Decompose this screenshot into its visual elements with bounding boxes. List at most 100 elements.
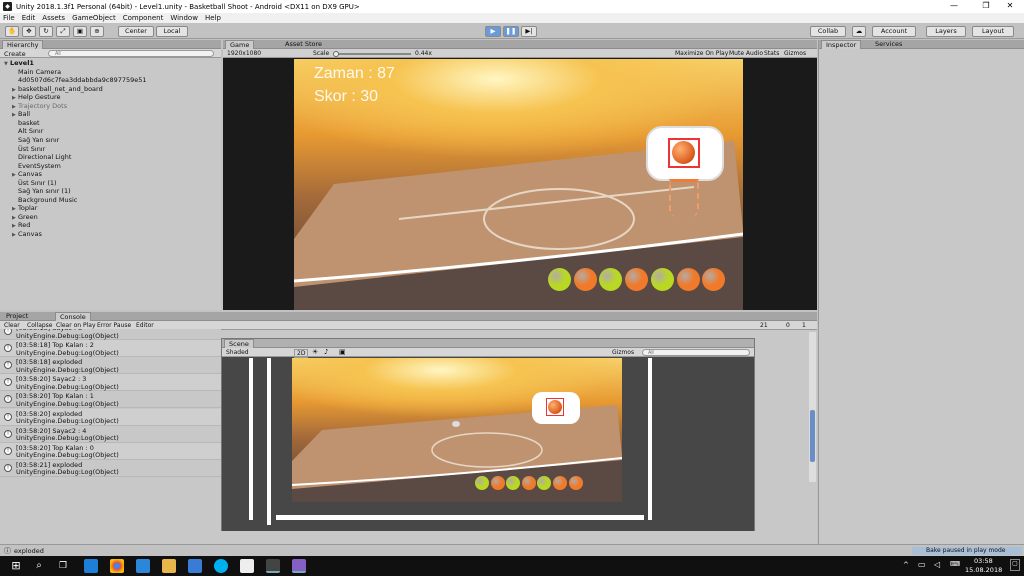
scene-gizmos-dropdown[interactable]: Gizmos	[612, 349, 634, 356]
step-button[interactable]: ▶|	[521, 26, 537, 37]
console-log-entry[interactable]: ! [03:58:20] Top Kalan : 1 UnityEngine.Deb…	[0, 391, 221, 409]
info-count[interactable]: 0	[786, 322, 790, 329]
hierarchy-item[interactable]: ▶ Ball	[0, 110, 30, 119]
console-log-entry[interactable]: ! [03:58:20] Sayac2 : 4 UnityEngine.Debug:…	[0, 425, 221, 443]
clear-button[interactable]: Clear	[4, 322, 20, 329]
image-effects-icon[interactable]: ▣	[339, 348, 346, 356]
pause-button[interactable]: ❚❚	[503, 26, 519, 37]
minimize-icon[interactable]: —	[940, 0, 968, 13]
hierarchy-item[interactable]: ▶ Toplar	[0, 204, 37, 213]
hierarchy-item[interactable]: ▶ Green	[0, 213, 38, 222]
transform-tool-icon[interactable]: ⊕	[90, 26, 104, 37]
scale-slider[interactable]	[335, 52, 411, 55]
clear-on-play-toggle[interactable]: Clear on Play	[56, 322, 96, 329]
hierarchy-item[interactable]: ▼ Level1	[0, 59, 34, 68]
console-log-entry[interactable]: ! [03:58:20] exploded UnityEngine.Debug:Lo…	[0, 408, 221, 426]
console-log-entry[interactable]: ! [03:58:20] Top Kalan : 0 UnityEngine.Deb…	[0, 442, 221, 460]
light-icon[interactable]: ☀	[312, 348, 318, 356]
menu-window[interactable]: Window	[170, 14, 198, 22]
hierarchy-item[interactable]: ▶ basketball_net_and_board	[0, 85, 103, 94]
account-button[interactable]: Account	[872, 26, 916, 37]
console-log-entry[interactable]: ! [03:58:18] exploded UnityEngine.Debug:Lo…	[0, 357, 221, 375]
mute-audio-toggle[interactable]: Mute Audio	[729, 50, 763, 57]
volume-tray-icon[interactable]: ◁	[934, 560, 940, 569]
visual-studio-icon[interactable]	[292, 559, 306, 573]
hierarchy-item[interactable]: Background Music	[0, 196, 77, 205]
editor-dropdown[interactable]: Editor	[136, 322, 154, 329]
game-viewport[interactable]: Zaman : 87 Skor : 30	[294, 59, 743, 310]
hierarchy-item[interactable]: ▶ Canvas	[0, 230, 42, 239]
error-pause-toggle[interactable]: Error Pause	[97, 322, 131, 329]
collapse-toggle[interactable]: Collapse	[27, 322, 53, 329]
create-button[interactable]: Create	[4, 50, 26, 58]
move-tool-icon[interactable]: ✥	[22, 26, 36, 37]
rect-tool-icon[interactable]: ▣	[73, 26, 87, 37]
warning-count[interactable]: 21	[760, 322, 768, 329]
audio-icon[interactable]: ♪	[324, 348, 328, 356]
network-app-icon[interactable]	[136, 559, 150, 573]
close-icon[interactable]: ✕	[996, 0, 1024, 13]
menu-component[interactable]: Component	[123, 14, 164, 22]
scale-slider-handle[interactable]	[333, 50, 339, 57]
network-tray-icon[interactable]: ▭	[918, 560, 926, 569]
cloud-icon[interactable]: ☁	[852, 26, 866, 37]
console-scroll-thumb[interactable]	[810, 410, 815, 462]
hierarchy-item[interactable]: Sağ Yan sınır (1)	[0, 187, 71, 196]
play-button[interactable]: ▶	[485, 26, 501, 37]
console-log-entry[interactable]: ! [03:58:20] Sayac2 : 3 UnityEngine.Debug:…	[0, 374, 221, 392]
chrome-icon[interactable]	[110, 559, 124, 573]
mode-2d-toggle[interactable]: 2D	[294, 349, 309, 358]
hierarchy-item[interactable]: Üst Sınır (1)	[0, 179, 57, 188]
tab-inspector[interactable]: Inspector	[821, 40, 862, 49]
menu-help[interactable]: Help	[205, 14, 221, 22]
mail-icon[interactable]	[240, 559, 254, 573]
language-tray-icon[interactable]: ⌨	[950, 560, 960, 568]
console-log-entry[interactable]: ![03:58:18] Sayac : 3UnityEngine.Debug:L…	[0, 329, 221, 340]
tray-chevron-icon[interactable]: ^	[903, 561, 909, 569]
hierarchy-item[interactable]: Main Camera	[0, 68, 61, 77]
task-view-icon[interactable]: ❐	[56, 559, 70, 573]
console-log-entry[interactable]: ! [03:58:18] Top Kalan : 2 UnityEngine.Deb…	[0, 340, 221, 358]
console-log-entry[interactable]: ! [03:58:21] exploded UnityEngine.Debug:Lo…	[0, 459, 221, 477]
hand-tool-icon[interactable]: ✋	[5, 26, 19, 37]
menu-edit[interactable]: Edit	[22, 14, 36, 22]
hierarchy-item[interactable]: 4d0507d6c7fea3ddabbda9c897759e51	[0, 76, 147, 85]
scene-viewport[interactable]	[222, 358, 754, 531]
hierarchy-item[interactable]: Alt Sınır	[0, 127, 43, 136]
pivot-center-button[interactable]: Center	[118, 26, 154, 37]
pivot-local-button[interactable]: Local	[156, 26, 188, 37]
collab-button[interactable]: Collab	[810, 26, 846, 37]
scene-search-input[interactable]	[642, 349, 750, 356]
hierarchy-item[interactable]: ▶ Help Gesture	[0, 93, 61, 102]
stats-toggle[interactable]: Stats	[764, 50, 779, 57]
hierarchy-item[interactable]: ▶ Trajectory Dots	[0, 102, 67, 111]
layout-button[interactable]: Layout	[972, 26, 1014, 37]
edge-icon[interactable]	[84, 559, 98, 573]
hierarchy-search-input[interactable]	[48, 50, 214, 57]
clock-date[interactable]: 15.08.2018	[965, 566, 1002, 574]
store-icon[interactable]	[188, 559, 202, 573]
menu-gameobject[interactable]: GameObject	[72, 14, 116, 22]
console-scrollbar[interactable]	[809, 332, 816, 482]
hierarchy-item[interactable]: EventSystem	[0, 162, 61, 171]
tab-game[interactable]: Game	[225, 40, 255, 49]
tab-console[interactable]: Console	[55, 312, 91, 321]
maximize-on-play-toggle[interactable]: Maximize On Play	[675, 50, 728, 57]
tab-project[interactable]: Project	[2, 312, 32, 321]
hierarchy-item[interactable]: Üst Sınır	[0, 145, 45, 154]
unity-taskbar-icon[interactable]	[266, 559, 280, 573]
resolution-dropdown[interactable]: 1920x1080	[227, 50, 261, 57]
tab-scene[interactable]: Scene	[224, 339, 254, 348]
skype-icon[interactable]	[214, 559, 228, 573]
tab-asset-store[interactable]: Asset Store	[281, 40, 326, 49]
layers-button[interactable]: Layers	[926, 26, 966, 37]
tab-services[interactable]: Services	[871, 40, 906, 49]
menu-assets[interactable]: Assets	[42, 14, 65, 22]
menu-file[interactable]: File	[3, 14, 15, 22]
hierarchy-item[interactable]: Directional Light	[0, 153, 71, 162]
notification-icon[interactable]: ▢	[1010, 559, 1020, 571]
hierarchy-item[interactable]: ▶ Red	[0, 221, 30, 230]
gizmos-toggle[interactable]: Gizmos	[784, 50, 806, 57]
file-explorer-icon[interactable]	[162, 559, 176, 573]
hierarchy-item[interactable]: ▶ Canvas	[0, 170, 42, 179]
